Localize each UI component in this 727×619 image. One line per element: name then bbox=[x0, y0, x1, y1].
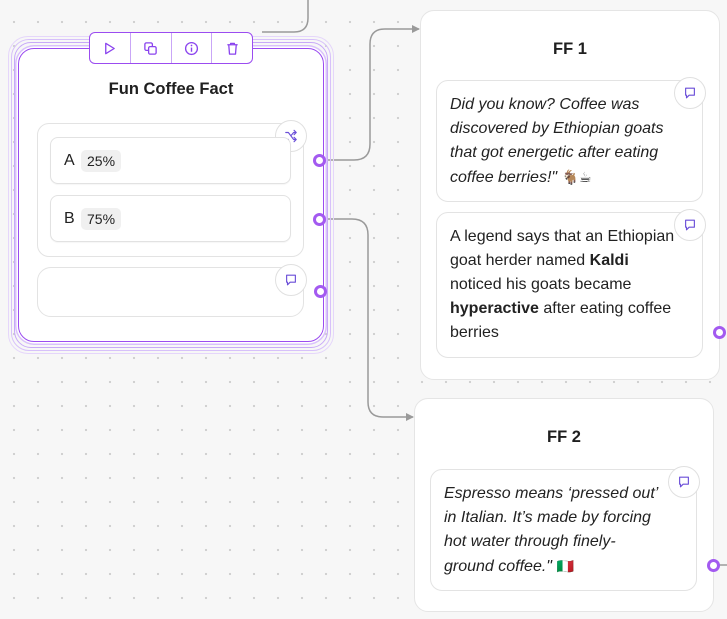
ff1-title: FF 1 bbox=[553, 40, 587, 58]
empty-message-card[interactable] bbox=[37, 267, 304, 317]
path-a-label: A bbox=[64, 151, 75, 169]
path-a-port[interactable] bbox=[313, 154, 326, 167]
duplicate-icon bbox=[144, 41, 157, 55]
goat-coffee-emoji: 🐐☕ bbox=[561, 169, 592, 185]
ff1-message-2[interactable]: A legend says that an Ethiopian goat her… bbox=[436, 212, 703, 358]
ff2-message-button[interactable] bbox=[668, 466, 700, 498]
ff1-message-1[interactable]: Did you know? Coffee was discovered by E… bbox=[436, 80, 703, 202]
ff1-message-2-button[interactable] bbox=[674, 209, 706, 241]
info-icon bbox=[184, 41, 198, 55]
delete-button[interactable] bbox=[212, 33, 252, 63]
ff1-message-1-text: Did you know? Coffee was discovered by E… bbox=[450, 93, 668, 190]
message-button[interactable] bbox=[275, 264, 307, 296]
ff2-title: FF 2 bbox=[547, 428, 581, 446]
play-icon bbox=[105, 42, 116, 54]
ff1-message-2-text: A legend says that an Ethiopian goat her… bbox=[450, 225, 675, 345]
ff1-output-port[interactable] bbox=[713, 326, 726, 339]
ff1-message-2-part2: noticed his goats became bbox=[450, 276, 632, 293]
ff2-output-port[interactable] bbox=[707, 559, 720, 572]
edge-incoming bbox=[262, 0, 309, 33]
default-port[interactable] bbox=[314, 285, 327, 298]
ff2-message-text: Espresso means ‘pressed out’ in Italian.… bbox=[444, 482, 662, 579]
duplicate-button[interactable] bbox=[131, 33, 172, 63]
block-toolbar bbox=[89, 32, 253, 64]
ff1-message-2-part1: A legend says that an Ethiopian goat her… bbox=[450, 228, 675, 269]
block-title: Fun Coffee Fact bbox=[108, 80, 234, 98]
speech-bubble-icon bbox=[685, 219, 695, 231]
path-b-port[interactable] bbox=[313, 213, 326, 226]
ff1-message-2-bold2: hyperactive bbox=[450, 300, 539, 317]
speech-bubble-icon bbox=[685, 87, 695, 99]
ff1-message-1-body: Did you know? Coffee was discovered by E… bbox=[450, 96, 664, 186]
ff2-message-body: Espresso means ‘pressed out’ in Italian.… bbox=[444, 485, 658, 575]
info-button[interactable] bbox=[172, 33, 213, 63]
trash-icon bbox=[226, 42, 238, 55]
path-b-percent: 75% bbox=[81, 207, 122, 230]
path-b-label: B bbox=[64, 209, 75, 227]
run-button[interactable] bbox=[90, 33, 131, 63]
path-a[interactable]: A 25% bbox=[50, 137, 291, 184]
ff2-message[interactable]: Espresso means ‘pressed out’ in Italian.… bbox=[430, 469, 697, 591]
ff1-message-1-button[interactable] bbox=[674, 77, 706, 109]
italy-flag-emoji: 🇮🇹 bbox=[556, 558, 574, 574]
edge-b-to-ff2 bbox=[325, 218, 414, 421]
path-b[interactable]: B 75% bbox=[50, 195, 291, 242]
path-a-percent: 25% bbox=[81, 149, 122, 172]
speech-bubble-icon bbox=[286, 274, 296, 286]
edge-a-to-ff1 bbox=[325, 25, 420, 161]
speech-bubble-icon bbox=[679, 476, 689, 488]
ff1-message-2-bold1: Kaldi bbox=[589, 252, 629, 269]
